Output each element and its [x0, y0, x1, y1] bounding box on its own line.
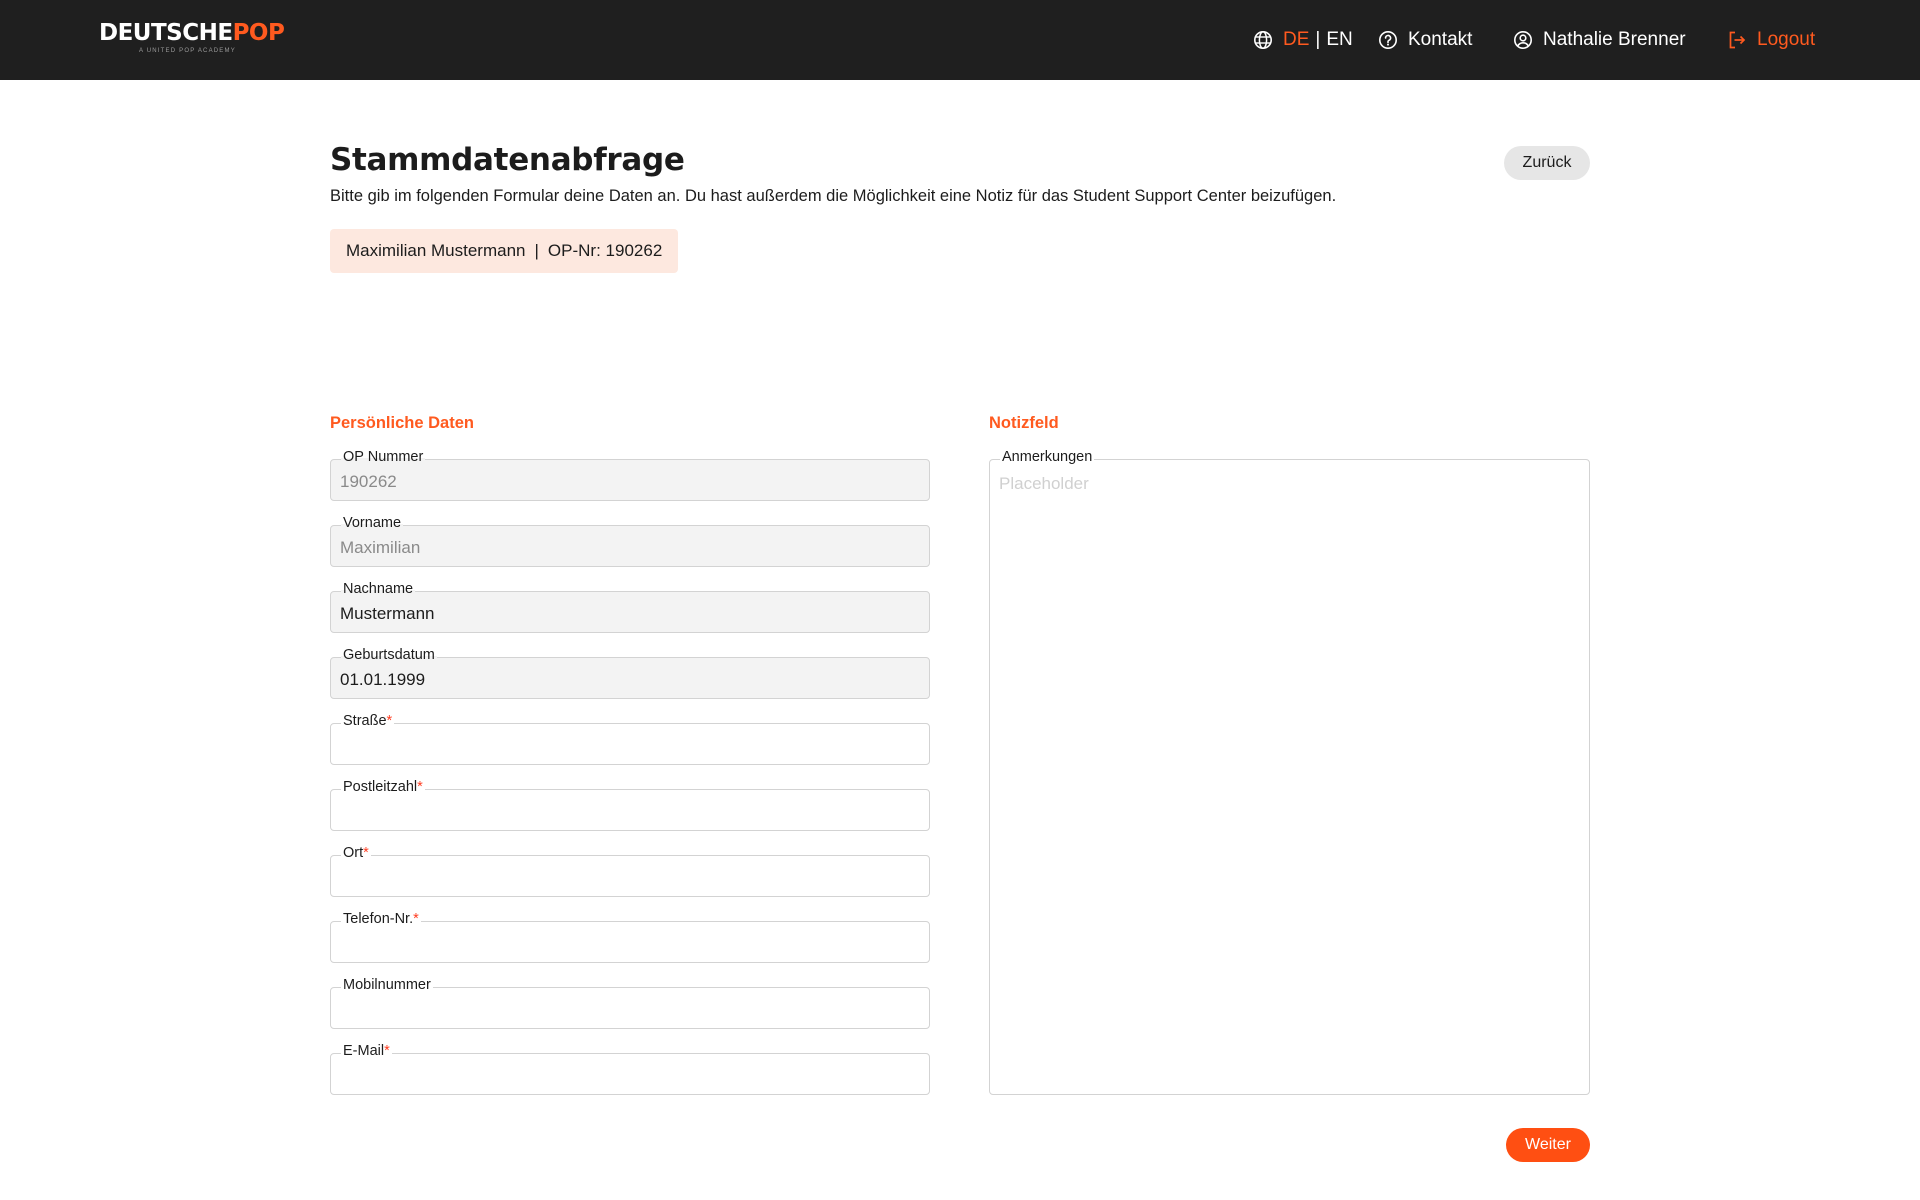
required-marker: *	[417, 779, 423, 795]
user-profile-link[interactable]: Nathalie Brenner	[1513, 0, 1686, 80]
email-field-label: E-Mail*	[341, 1043, 392, 1059]
user-circle-icon	[1513, 30, 1533, 50]
street-field-label: Straße*	[341, 713, 395, 729]
language-switcher: DE | EN	[1253, 0, 1353, 80]
logo-tagline: A UNITED POP ACADEMY	[139, 48, 236, 54]
street-field[interactable]: Straße*	[330, 713, 930, 765]
language-de-link[interactable]: DE	[1283, 29, 1309, 51]
deutsche-pop-logo[interactable]: DEUTSCHEPOP A UNITED POP ACADEMY	[99, 20, 289, 54]
op-number-value: 190262	[605, 241, 663, 260]
email-input[interactable]	[340, 1066, 920, 1086]
logout-icon	[1727, 30, 1747, 50]
postal-code-field-label: Postleitzahl*	[341, 779, 425, 795]
last-name-input[interactable]	[340, 604, 920, 624]
notes-field-label: Anmerkungen	[1000, 449, 1095, 465]
op-number-label: OP-Nr:	[547, 241, 601, 260]
required-marker: *	[384, 1043, 390, 1059]
city-input[interactable]	[340, 868, 920, 888]
first-name-input[interactable]	[340, 538, 920, 558]
required-marker: *	[386, 713, 393, 729]
email-field[interactable]: E-Mail*	[330, 1043, 930, 1095]
logo-wordmark: DEUTSCHEPOP	[99, 20, 285, 46]
person-name: Maximilian Mustermann	[346, 241, 526, 260]
back-button[interactable]: Zurück	[1504, 146, 1590, 180]
phone-field[interactable]: Telefon-Nr.*	[330, 911, 930, 963]
op-number-field-label: OP Nummer	[341, 449, 426, 465]
logout-label: Logout	[1757, 29, 1816, 50]
op-number-field[interactable]: OP Nummer	[330, 449, 930, 501]
page-title: Stammdatenabfrage	[330, 142, 685, 178]
postal-code-input[interactable]	[340, 802, 920, 822]
street-input[interactable]	[340, 736, 920, 756]
notes-textarea[interactable]	[999, 474, 1579, 1074]
last-name-field-label: Nachname	[341, 581, 416, 597]
person-info-chip: Maximilian Mustermann | OP-Nr: 190262	[330, 229, 679, 273]
op-number-input[interactable]	[340, 472, 920, 492]
birth-date-field[interactable]: Geburtsdatum	[330, 647, 930, 699]
globe-icon	[1253, 30, 1273, 50]
user-name: Nathalie Brenner	[1543, 29, 1686, 50]
notes-field[interactable]: Anmerkungen	[989, 449, 1590, 1095]
contact-label: Kontakt	[1408, 29, 1473, 50]
logout-link[interactable]: Logout	[1727, 0, 1815, 80]
city-field-label: Ort*	[341, 845, 371, 861]
required-marker: *	[363, 845, 369, 861]
language-separator: |	[1315, 29, 1321, 50]
phone-field-label: Telefon-Nr.*	[341, 911, 421, 927]
birth-date-field-label: Geburtsdatum	[341, 647, 437, 663]
required-marker: *	[413, 911, 419, 927]
next-button[interactable]: Weiter	[1506, 1128, 1590, 1162]
mobile-field-label: Mobilnummer	[341, 977, 433, 993]
postal-code-field[interactable]: Postleitzahl*	[330, 779, 930, 831]
contact-link[interactable]: Kontakt	[1378, 0, 1472, 80]
first-name-field-label: Vorname	[341, 515, 404, 531]
mobile-input[interactable]	[340, 1000, 920, 1020]
language-en-link[interactable]: EN	[1326, 29, 1352, 51]
city-field[interactable]: Ort*	[330, 845, 930, 897]
first-name-field[interactable]: Vorname	[330, 515, 930, 567]
personal-data-heading: Persönliche Daten	[330, 414, 474, 432]
phone-input[interactable]	[340, 934, 920, 954]
help-circle-icon	[1378, 30, 1398, 50]
birth-date-input[interactable]	[340, 670, 920, 690]
page-description: Bitte gib im folgenden Formular deine Da…	[330, 187, 1337, 205]
notes-heading: Notizfeld	[989, 414, 1059, 432]
person-info-separator: |	[534, 241, 539, 260]
top-navigation-bar: DEUTSCHEPOP A UNITED POP ACADEMY DE | EN…	[0, 0, 1920, 80]
mobile-field[interactable]: Mobilnummer	[330, 977, 930, 1029]
last-name-field[interactable]: Nachname	[330, 581, 930, 633]
